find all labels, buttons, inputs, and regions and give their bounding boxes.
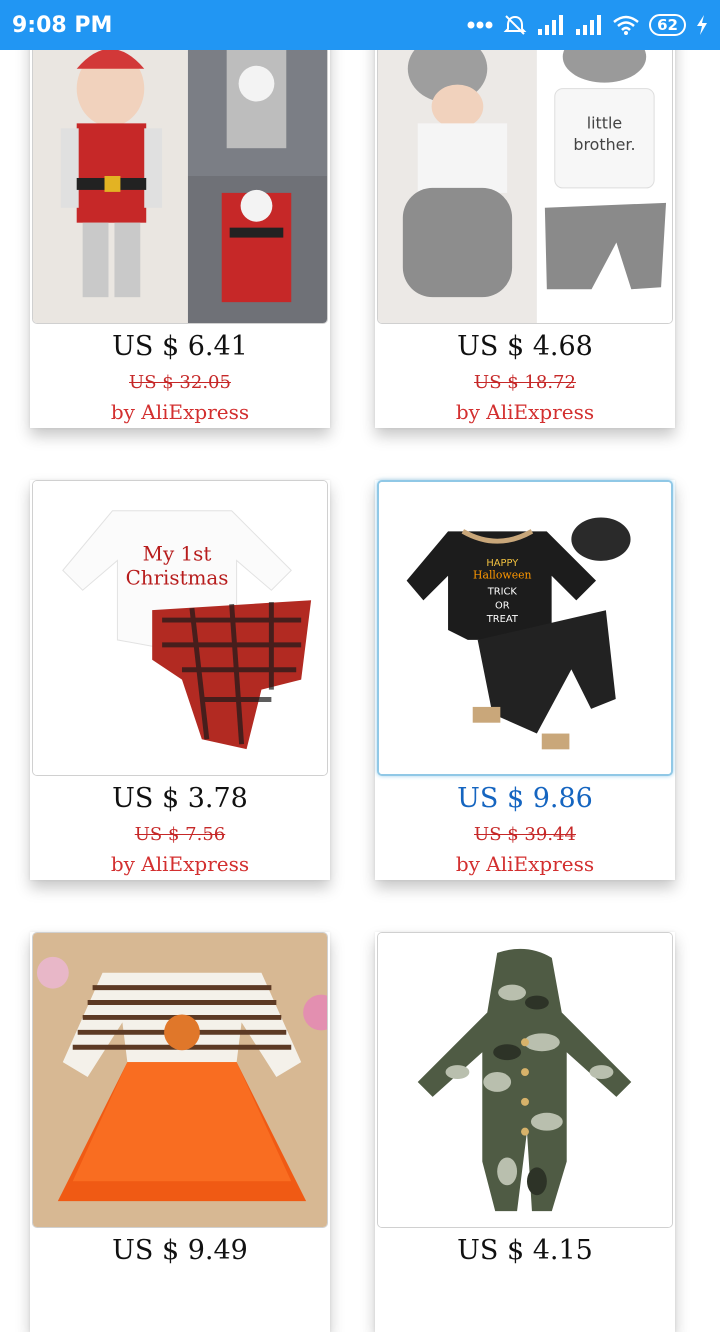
more-dots-icon (467, 21, 493, 29)
price: US $ 3.78 (112, 783, 248, 814)
christmas-outfit-image: My 1st Christmas (33, 481, 327, 775)
alarm-off-icon (503, 15, 527, 35)
status-icons: 62 (467, 13, 708, 37)
seller-label[interactable]: by AliExpress (375, 400, 675, 424)
seller-label[interactable]: by AliExpress (375, 852, 675, 876)
signal-icon (538, 15, 564, 35)
original-price: US $ 7.56 (134, 824, 226, 845)
signal-icon (576, 15, 602, 35)
svg-text:Christmas: Christmas (126, 566, 229, 589)
little-brother-image: little brother. (378, 29, 672, 323)
product-card[interactable]: US $ 4.15 (375, 932, 675, 1332)
price: US $ 9.49 (112, 1235, 248, 1266)
seller-label[interactable]: by AliExpress (30, 400, 330, 424)
product-image[interactable] (32, 932, 328, 1228)
product-card[interactable]: HAPPY Halloween TRICK OR TREAT US $ 9.86… (375, 480, 675, 880)
original-price: US $ 32.05 (129, 372, 231, 393)
product-image[interactable]: My 1st Christmas (32, 480, 328, 776)
product-image[interactable] (32, 28, 328, 324)
santa-romper-image (33, 29, 327, 323)
price: US $ 4.68 (457, 331, 593, 362)
seller-label[interactable]: by AliExpress (30, 852, 330, 876)
status-time: 9:08 PM (12, 12, 113, 38)
svg-text:brother.: brother. (573, 135, 635, 154)
product-image[interactable]: little brother. (377, 28, 673, 324)
svg-text:little: little (587, 113, 622, 132)
svg-text:TREAT: TREAT (486, 614, 519, 625)
price: US $ 4.15 (457, 1235, 593, 1266)
status-bar: 9:08 PM 62 (0, 0, 720, 50)
svg-text:TRICK: TRICK (487, 586, 518, 597)
turkey-dress-image (33, 933, 327, 1227)
price: US $ 6.41 (112, 331, 248, 362)
product-image[interactable] (377, 932, 673, 1228)
svg-text:HAPPY: HAPPY (486, 558, 519, 569)
product-card[interactable]: US $ 9.49 (30, 932, 330, 1332)
product-card[interactable]: US $ 6.41 US $ 32.05 by AliExpress (30, 28, 330, 428)
halloween-outfit-image: HAPPY Halloween TRICK OR TREAT (379, 482, 671, 774)
svg-text:Halloween: Halloween (473, 569, 532, 582)
svg-text:OR: OR (495, 600, 510, 611)
charging-icon (697, 15, 707, 35)
product-card[interactable]: little brother. US $ 4.68 US $ 18.72 by … (375, 28, 675, 428)
camo-romper-image (378, 933, 672, 1227)
product-card[interactable]: My 1st Christmas US $ 3.78 US $ 7.56 by … (30, 480, 330, 880)
wifi-icon (613, 15, 639, 35)
price: US $ 9.86 (457, 783, 593, 814)
original-price: US $ 18.72 (474, 372, 576, 393)
original-price: US $ 39.44 (474, 824, 576, 845)
product-image[interactable]: HAPPY Halloween TRICK OR TREAT (377, 480, 673, 776)
product-grid: US $ 6.41 US $ 32.05 by AliExpress littl… (0, 0, 720, 1332)
svg-text:My 1st: My 1st (143, 542, 212, 565)
battery-icon: 62 (649, 14, 686, 36)
